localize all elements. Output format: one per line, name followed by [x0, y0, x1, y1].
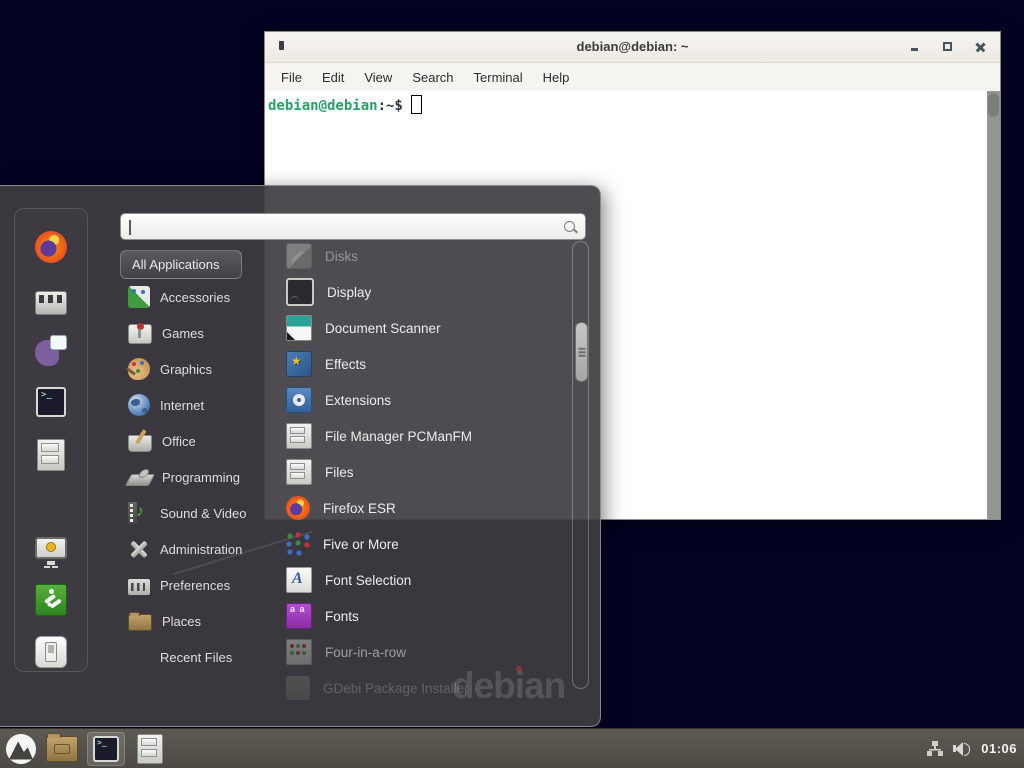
app-extensions[interactable]: Extensions [286, 382, 568, 418]
five-or-more-icon [286, 532, 310, 556]
category-sound-video[interactable]: Sound & Video [120, 495, 280, 531]
search-icon [564, 221, 575, 232]
clock: 01:06 [981, 741, 1017, 756]
menu-search[interactable]: Search [402, 70, 463, 85]
category-office[interactable]: Office [120, 423, 280, 459]
menu-help[interactable]: Help [533, 70, 580, 85]
volume-icon[interactable] [953, 741, 971, 757]
app-firefox-esr[interactable]: Firefox ESR [286, 490, 568, 526]
app-disks[interactable]: Disks [286, 238, 568, 274]
places-icon [128, 614, 152, 631]
category-accessories[interactable]: Accessories [120, 279, 280, 315]
app-five-or-more[interactable]: Five or More [286, 526, 568, 562]
menu-view[interactable]: View [354, 70, 402, 85]
extensions-icon [286, 387, 312, 413]
settings-mixer-icon[interactable] [35, 291, 67, 315]
menu-file[interactable]: File [271, 70, 312, 85]
menu-edit[interactable]: Edit [312, 70, 354, 85]
app-gdebi-package-installer[interactable]: GDebi Package Installer [286, 670, 568, 706]
category-list: All Applications Accessories Games Graph… [120, 250, 280, 675]
accessories-icon [128, 286, 150, 308]
office-icon [128, 435, 152, 452]
close-button[interactable] [976, 42, 986, 52]
category-games[interactable]: Games [120, 315, 280, 351]
file-manager-button[interactable] [46, 736, 78, 762]
app-list-scrollbar[interactable] [572, 241, 589, 689]
category-all-applications[interactable]: All Applications [120, 250, 242, 279]
files-button[interactable] [137, 734, 163, 764]
terminal-icon[interactable] [36, 387, 66, 417]
file-cabinet-icon[interactable] [37, 439, 65, 471]
application-menu: debian All Applications Acces [0, 185, 601, 727]
scrollbar-thumb[interactable] [575, 322, 588, 382]
menu-button[interactable] [6, 734, 36, 764]
taskbar: 01:06 [0, 728, 1024, 768]
shutdown-icon[interactable] [35, 636, 67, 668]
minimize-button[interactable] [910, 42, 920, 52]
graphics-icon [128, 358, 150, 380]
window-title: debian@debian: ~ [265, 32, 1000, 62]
terminal-scrollbar[interactable] [987, 91, 1000, 519]
terminal-button[interactable] [87, 732, 125, 766]
administration-icon [128, 538, 150, 560]
fonts-icon [286, 603, 312, 629]
app-fonts[interactable]: Fonts [286, 598, 568, 634]
lock-screen-icon[interactable] [35, 537, 67, 559]
document-scanner-icon [286, 315, 312, 341]
firefox-icon[interactable] [35, 231, 67, 263]
terminal-titlebar[interactable]: debian@debian: ~ [265, 32, 1000, 63]
programming-icon [125, 474, 155, 486]
display-icon [286, 278, 314, 306]
menu-sidebar [14, 208, 88, 672]
category-recent-files[interactable]: Recent Files [120, 639, 280, 675]
menu-terminal[interactable]: Terminal [464, 70, 533, 85]
games-icon [128, 324, 152, 344]
app-display[interactable]: Display [286, 274, 568, 310]
search-input[interactable] [129, 217, 563, 238]
category-preferences[interactable]: Preferences [120, 567, 280, 603]
app-file-manager-pcmanfm[interactable]: File Manager PCManFM [286, 418, 568, 454]
maximize-button[interactable] [943, 42, 953, 52]
app-four-in-a-row[interactable]: Four-in-a-row [286, 634, 568, 670]
category-places[interactable]: Places [120, 603, 280, 639]
terminal-cursor [411, 95, 422, 114]
sound-video-icon [128, 502, 137, 524]
internet-icon [128, 394, 150, 416]
disks-icon [286, 243, 312, 269]
category-internet[interactable]: Internet [120, 387, 280, 423]
four-in-a-row-icon [286, 639, 312, 665]
app-files[interactable]: Files [286, 454, 568, 490]
effects-icon [286, 351, 312, 377]
font-selection-icon [286, 567, 312, 593]
network-icon[interactable] [927, 741, 943, 756]
desktop: debian@debian: ~ File Edit View Search T… [0, 0, 1024, 768]
pidgin-icon[interactable] [35, 334, 67, 366]
terminal-icon [93, 736, 119, 762]
search-box [120, 213, 586, 240]
file-cabinet-icon [286, 459, 312, 485]
app-font-selection[interactable]: Font Selection [286, 562, 568, 598]
app-document-scanner[interactable]: Document Scanner [286, 310, 568, 346]
prompt-user: debian@debian [268, 98, 378, 114]
category-programming[interactable]: Programming [120, 459, 280, 495]
application-list: Disks Display Document Scanner Effects E… [286, 238, 568, 706]
app-effects[interactable]: Effects [286, 346, 568, 382]
terminal-menubar: File Edit View Search Terminal Help [265, 63, 1000, 92]
gdebi-icon [286, 676, 310, 700]
category-administration[interactable]: Administration [120, 531, 280, 567]
firefox-icon [286, 496, 310, 520]
category-graphics[interactable]: Graphics [120, 351, 280, 387]
file-cabinet-icon [286, 423, 312, 449]
prompt-suffix: :~$ [378, 98, 403, 114]
preferences-icon [128, 579, 150, 595]
logout-icon[interactable] [35, 584, 67, 616]
